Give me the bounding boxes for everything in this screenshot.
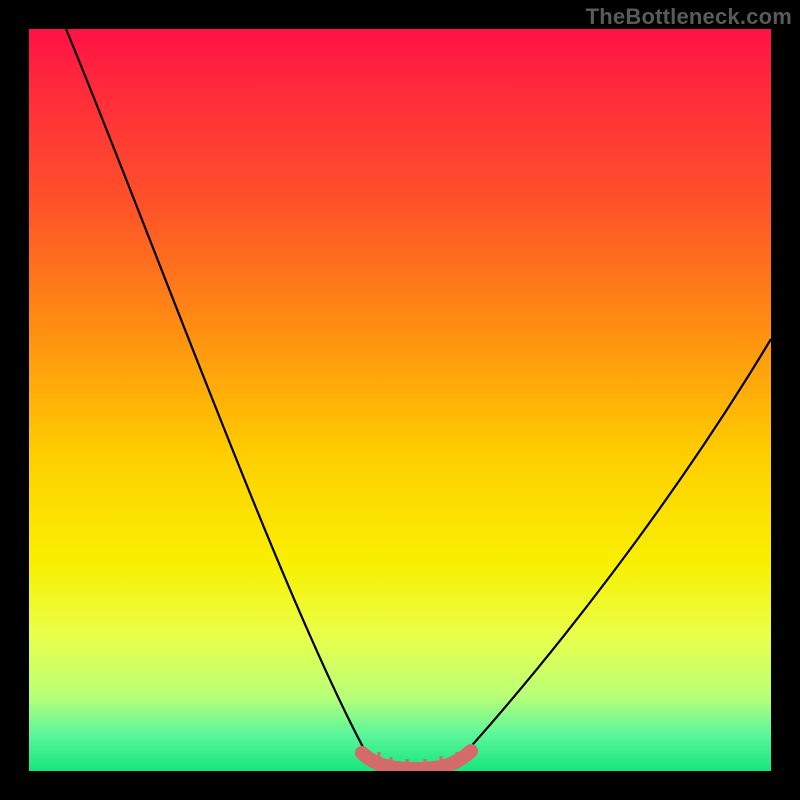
bottleneck-curve bbox=[66, 29, 771, 769]
curve-layer bbox=[29, 29, 771, 771]
chart-frame: TheBottleneck.com bbox=[0, 0, 800, 800]
watermark-text: TheBottleneck.com bbox=[586, 4, 792, 30]
plot-area bbox=[29, 29, 771, 771]
